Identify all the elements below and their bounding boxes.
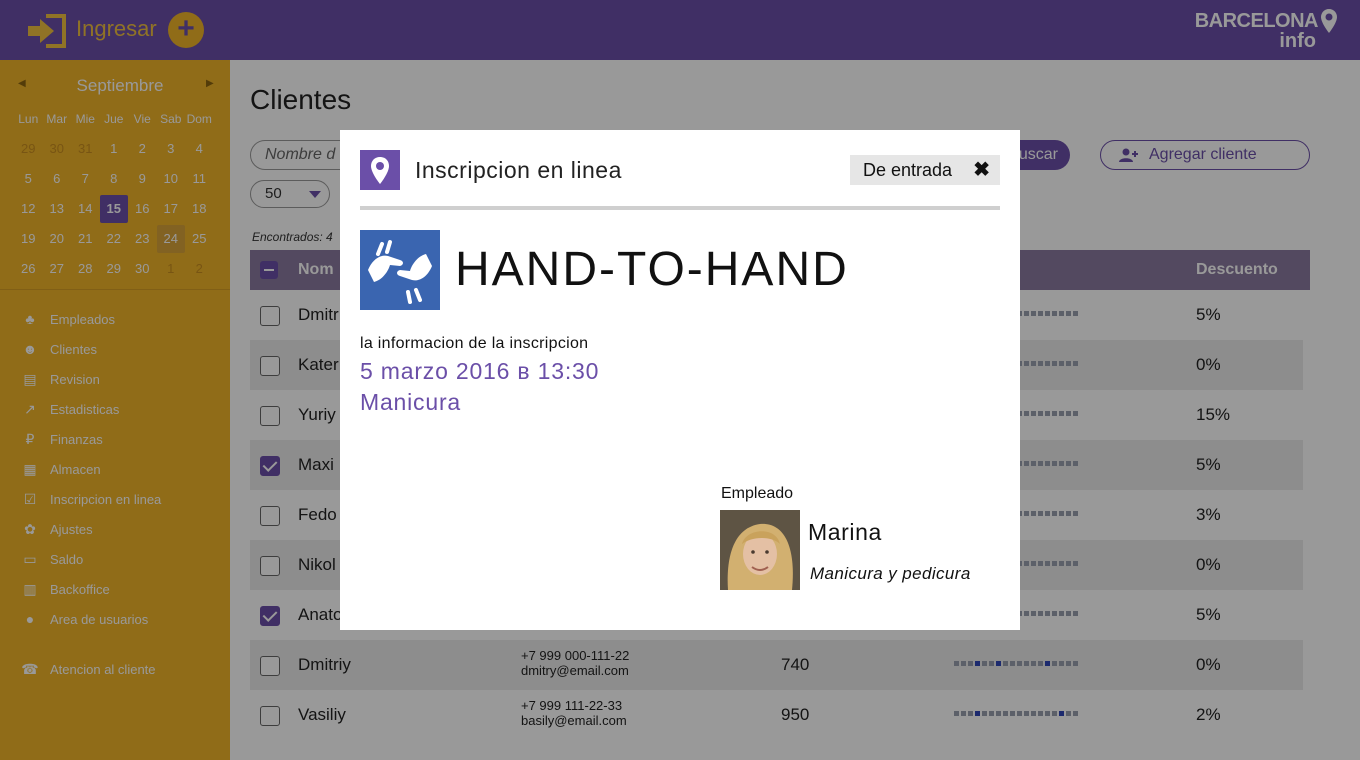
- hands-icon: [368, 240, 432, 304]
- employee-name: Marina: [808, 519, 882, 545]
- booking-date: 5 marzo 2016 в 13:30: [360, 358, 600, 384]
- salon-logo: [360, 230, 440, 310]
- booking-modal: Inscripcion en linea De entrada ✖ HAND-T…: [340, 130, 1020, 630]
- modal-divider: [360, 206, 1000, 210]
- close-label: De entrada: [863, 160, 953, 180]
- employee-role: Manicura y pedicura: [810, 564, 971, 583]
- employee-label: Empleado: [721, 485, 794, 502]
- close-button[interactable]: De entrada ✖: [850, 155, 1000, 185]
- location-pin-icon: [360, 150, 400, 190]
- salon-name: HAND-TO-HAND: [455, 243, 849, 296]
- booking-service: Manicura: [360, 389, 461, 415]
- booking-info-label: la informacion de la inscripcion: [360, 335, 589, 352]
- employee-avatar: [720, 510, 800, 590]
- modal-title: Inscripcion en linea: [415, 157, 622, 183]
- close-icon: ✖: [973, 159, 990, 181]
